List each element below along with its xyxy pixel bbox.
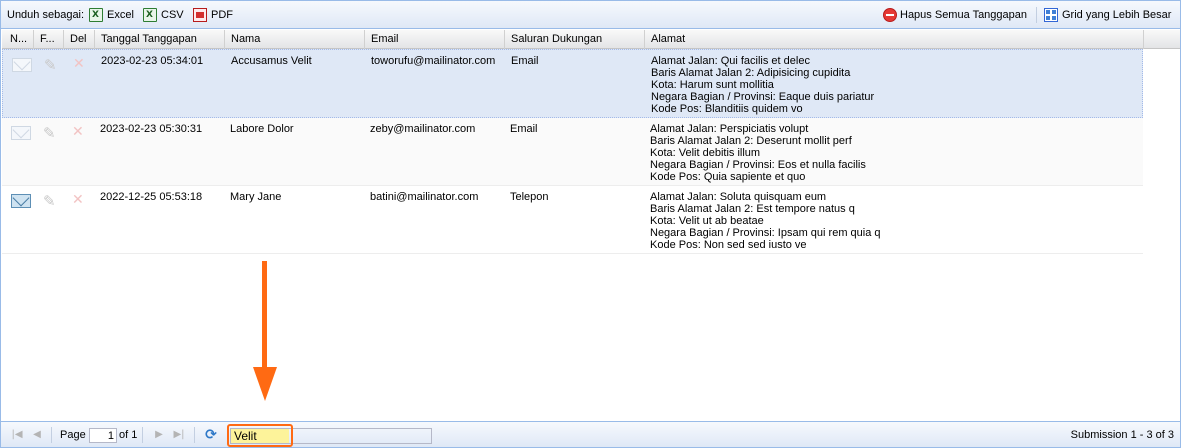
column-header-name[interactable]: Nama — [225, 30, 365, 49]
export-csv-button[interactable]: CSV — [161, 1, 184, 29]
envelope-icon[interactable] — [11, 194, 31, 208]
toolbar-separator — [1036, 7, 1037, 23]
address-line2: Baris Alamat Jalan 2: Deserunt mollit pe… — [650, 135, 852, 147]
grid-header: N... F... Del Tanggal Tanggapan Nama Ema… — [2, 30, 1180, 49]
bigger-grid-button[interactable]: Grid yang Lebih Besar — [1062, 1, 1171, 29]
address-cell: Alamat Jalan: Soluta quisquam eum Baris … — [644, 186, 1134, 251]
address-state: Negara Bagian / Provinsi: Eos et nulla f… — [650, 159, 866, 171]
name-cell: Accusamus Velit — [231, 55, 312, 67]
pager-separator — [194, 427, 195, 443]
annotation-arrow-shaft — [262, 261, 267, 371]
pager-separator — [142, 427, 143, 443]
column-header-delete[interactable]: Del — [64, 30, 95, 49]
column-header-support-channel[interactable]: Saluran Dukungan — [505, 30, 645, 49]
address-city: Kota: Velit debitis illum — [650, 147, 761, 159]
paging-toolbar: |◀ ◀ Page of 1 ▶ ▶| ⟳ Submission 1 - 3 o… — [1, 421, 1180, 447]
address-line2: Baris Alamat Jalan 2: Adipisicing cupidi… — [651, 67, 851, 79]
page-number-input[interactable] — [89, 428, 117, 443]
refresh-icon[interactable]: ⟳ — [203, 427, 219, 443]
address-state: Negara Bagian / Provinsi: Eaque duis par… — [651, 91, 875, 103]
download-as-label: Unduh sebagai: — [7, 9, 85, 21]
grid-expand-icon — [1044, 8, 1058, 22]
submission-count-status: Submission 1 - 3 of 3 — [1070, 429, 1174, 441]
address-zip: Kode Pos: Quia sapiente et quo — [650, 171, 806, 183]
column-header-flag[interactable]: F... — [34, 30, 64, 49]
delete-all-responses-button[interactable]: Hapus Semua Tanggapan — [900, 1, 1027, 29]
column-header-address[interactable]: Alamat — [645, 30, 1144, 49]
excel-icon — [89, 8, 103, 22]
envelope-icon[interactable] — [12, 58, 32, 72]
pager-separator — [51, 427, 52, 443]
table-row[interactable]: ✎ ✕ 2023-02-23 05:30:31 Labore Dolor zeb… — [2, 118, 1143, 186]
last-page-icon[interactable]: ▶| — [171, 427, 187, 443]
pen-icon[interactable]: ✎ — [43, 125, 59, 141]
first-page-icon[interactable]: |◀ — [9, 427, 25, 443]
address-cell: Alamat Jalan: Perspiciatis volupt Baris … — [644, 118, 1134, 183]
column-header-new[interactable]: N... — [2, 30, 34, 49]
column-header-email[interactable]: Email — [365, 30, 505, 49]
address-cell: Alamat Jalan: Qui facilis et delec Baris… — [645, 50, 1135, 115]
page-count-label: of 1 — [119, 429, 138, 441]
address-city: Kota: Harum sunt mollitia — [651, 79, 774, 91]
delete-x-icon[interactable]: ✕ — [73, 57, 87, 71]
date-cell: 2022-12-25 05:53:18 — [100, 191, 203, 203]
delete-x-icon[interactable]: ✕ — [72, 193, 86, 207]
prev-page-icon[interactable]: ◀ — [29, 427, 45, 443]
email-cell: toworufu@mailinator.com — [371, 55, 496, 67]
email-cell: zeby@mailinator.com — [370, 123, 476, 135]
address-city: Kota: Velit ut ab beatae — [650, 215, 764, 227]
csv-icon — [143, 8, 157, 22]
top-toolbar: Unduh sebagai: Excel CSV PDF Hapus Semua… — [1, 1, 1180, 29]
address-zip: Kode Pos: Blanditiis quidem vo — [651, 103, 803, 115]
date-cell: 2023-02-23 05:30:31 — [100, 123, 203, 135]
page-label: Page — [60, 429, 86, 441]
address-street: Alamat Jalan: Qui facilis et delec — [651, 55, 810, 67]
delete-all-icon — [883, 8, 897, 22]
channel-cell: Email — [510, 123, 538, 135]
pdf-icon — [193, 8, 207, 22]
delete-x-icon[interactable]: ✕ — [72, 125, 86, 139]
annotation-highlight-box — [227, 424, 293, 447]
name-cell: Mary Jane — [230, 191, 282, 203]
pen-icon[interactable]: ✎ — [44, 57, 60, 73]
address-state: Negara Bagian / Provinsi: Ipsam qui rem … — [650, 227, 881, 239]
date-cell: 2023-02-23 05:34:01 — [101, 55, 204, 67]
address-street: Alamat Jalan: Perspiciatis volupt — [650, 123, 809, 135]
column-header-date[interactable]: Tanggal Tanggapan — [95, 30, 225, 49]
submissions-grid-panel: Unduh sebagai: Excel CSV PDF Hapus Semua… — [0, 0, 1181, 448]
email-cell: batini@mailinator.com — [370, 191, 479, 203]
next-page-icon[interactable]: ▶ — [151, 427, 167, 443]
channel-cell: Email — [511, 55, 539, 67]
envelope-icon[interactable] — [11, 126, 31, 140]
table-row[interactable]: ✎ ✕ 2022-12-25 05:53:18 Mary Jane batini… — [2, 186, 1143, 254]
annotation-arrow-head — [253, 367, 277, 401]
export-excel-button[interactable]: Excel — [107, 1, 134, 29]
address-line2: Baris Alamat Jalan 2: Est tempore natus … — [650, 203, 855, 215]
pen-icon[interactable]: ✎ — [43, 193, 59, 209]
channel-cell: Telepon — [510, 191, 549, 203]
address-zip: Kode Pos: Non sed sed iusto ve — [650, 239, 807, 251]
name-cell: Labore Dolor — [230, 123, 294, 135]
export-pdf-button[interactable]: PDF — [211, 1, 233, 29]
table-row[interactable]: ✎ ✕ 2023-02-23 05:34:01 Accusamus Velit … — [2, 49, 1143, 118]
address-street: Alamat Jalan: Soluta quisquam eum — [650, 191, 827, 203]
